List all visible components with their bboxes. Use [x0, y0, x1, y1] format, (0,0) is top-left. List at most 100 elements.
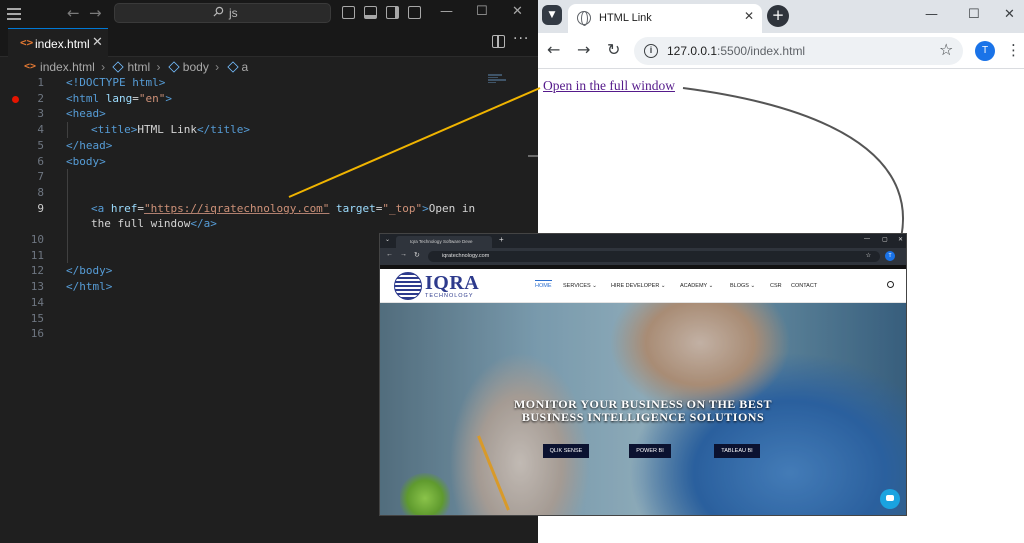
html-file-icon: <> — [20, 36, 34, 49]
tab-label: index.html — [35, 37, 90, 51]
forward-arrow-icon[interactable]: → — [577, 40, 590, 59]
preview-toolbar: ← → ↻ iqratechnology.com ☆ T — [380, 248, 906, 265]
hero-heading-line-2: BUSINESS INTELLIGENCE SOLUTIONS — [521, 410, 765, 424]
line-number: 14 — [30, 295, 44, 309]
logo-text: IQRA — [425, 272, 480, 294]
nav-home: HOME — [535, 280, 552, 289]
element-symbol-icon — [226, 61, 239, 73]
website-preview: ⌄ Iqra Technology Software Deve + — ▢ ✕ … — [380, 234, 906, 515]
url-text: 127.0.0.1:5500/index.html — [667, 44, 806, 58]
split-editor-icon[interactable] — [492, 35, 505, 48]
line-number: 15 — [30, 311, 44, 325]
vscode-titlebar: ← → js — ☐ ✕ — [0, 0, 538, 28]
element-symbol-icon — [168, 61, 180, 73]
line-number: 2 — [37, 91, 44, 105]
nav-academy: ACADEMY ⌄ — [680, 283, 714, 289]
preview-tab-title: Iqra Technology Software Deve — [396, 236, 492, 248]
reload-icon[interactable]: ↻ — [607, 40, 620, 59]
tab-title: HTML Link — [599, 12, 652, 24]
toggle-secondary-sidebar-icon[interactable] — [386, 6, 399, 19]
nav-contact: CONTACT — [791, 283, 818, 289]
minimize-icon[interactable]: — — [925, 7, 938, 22]
maximize-icon: ▢ — [882, 237, 888, 243]
hero-banner: MONITOR YOUR BUSINESS ON THE BEST BUSINE… — [380, 303, 906, 515]
more-icon[interactable]: ··· — [513, 31, 529, 47]
open-full-window-link[interactable]: Open in the full window — [543, 78, 675, 94]
code-line-9-wrap: the full window</a> — [91, 217, 217, 231]
address-bar[interactable]: i 127.0.0.1:5500/index.html ☆ — [634, 37, 963, 65]
close-window-icon[interactable]: ✕ — [512, 4, 523, 19]
new-tab-icon: + — [499, 235, 504, 244]
back-arrow-icon[interactable]: ← — [547, 40, 560, 59]
code-line-13: </html> — [66, 280, 113, 294]
editor-tabbar: <> index.html ✕ ··· — [0, 28, 538, 57]
line-number: 5 — [37, 138, 44, 152]
toggle-panel-icon[interactable] — [364, 6, 377, 19]
nav-hire-developer: HIRE DEVELOPER ⌄ — [611, 283, 666, 289]
minimize-icon[interactable]: — — [440, 4, 453, 19]
line-number: 4 — [37, 123, 44, 137]
logo-subtext: TECHNOLOGY — [425, 293, 474, 299]
element-symbol-icon — [112, 61, 125, 73]
breadcrumb-item-file[interactable]: index.html — [40, 60, 95, 74]
chrome-tabstrip: ▼ HTML Link ✕ + — ☐ ✕ — [538, 0, 1024, 33]
power-bi-button: POWER BI — [629, 444, 671, 458]
tab-index-html[interactable]: <> index.html ✕ — [8, 28, 108, 57]
close-window-icon: ✕ — [898, 237, 904, 243]
toggle-sidebar-icon[interactable] — [342, 6, 355, 19]
chrome-toolbar: ← → ↻ i 127.0.0.1:5500/index.html ☆ T ⋮ — [538, 33, 1024, 69]
line-number: 16 — [30, 327, 44, 341]
line-number: 11 — [30, 248, 44, 262]
new-tab-button[interactable]: + — [767, 5, 789, 27]
nav-services: SERVICES ⌄ — [563, 283, 597, 289]
search-icon — [213, 6, 224, 17]
breadcrumb: <> index.html › html › body › a — [24, 59, 248, 75]
browser-tab[interactable]: HTML Link ✕ — [568, 4, 762, 33]
star-icon[interactable]: ☆ — [939, 40, 953, 59]
line-number: 10 — [30, 233, 44, 246]
chevron-right-icon: › — [101, 59, 106, 74]
chevron-right-icon: › — [215, 59, 220, 74]
code-line-2: <html lang="en"> — [66, 91, 172, 105]
line-number: 8 — [37, 185, 44, 199]
breadcrumb-item-body[interactable]: body — [183, 60, 209, 74]
iqra-logo-mark — [394, 272, 422, 300]
globe-icon — [577, 11, 591, 26]
tableau-bi-button: TABLEAU BI — [714, 444, 760, 458]
nav-blogs: BLOGS ⌄ — [730, 283, 756, 289]
info-icon[interactable]: i — [644, 44, 658, 58]
customize-layout-icon[interactable] — [408, 6, 421, 19]
line-number: 6 — [37, 154, 44, 168]
hamburger-icon[interactable] — [7, 8, 21, 20]
indent-guide — [67, 122, 68, 138]
close-tab-icon[interactable]: ✕ — [744, 9, 754, 23]
breadcrumb-item-a[interactable]: a — [242, 60, 249, 74]
close-window-icon[interactable]: ✕ — [1004, 7, 1015, 22]
avatar[interactable]: T — [975, 41, 995, 61]
forward-arrow-icon[interactable]: → — [89, 4, 102, 22]
line-number-active: 9 — [37, 201, 44, 215]
tab-search-icon: ⌄ — [385, 237, 391, 243]
command-search-input[interactable]: js — [114, 3, 331, 23]
screenshot-root: ← → js — ☐ ✕ <> index.html ✕ ··· <> inde… — [0, 0, 1024, 543]
back-arrow-icon: ← — [386, 251, 393, 258]
code-line-9: <a href="https://iqratechnology.com" tar… — [91, 201, 476, 215]
kebab-menu-icon[interactable]: ⋮ — [1006, 41, 1021, 59]
code-line-5: </head> — [66, 138, 113, 152]
indent-guide — [67, 169, 68, 263]
maximize-icon[interactable]: ☐ — [968, 7, 980, 22]
star-icon: ☆ — [865, 253, 871, 259]
line-number: 13 — [30, 280, 44, 294]
search-text: js — [229, 6, 238, 20]
line-number: 12 — [30, 264, 44, 278]
maximize-icon[interactable]: ☐ — [476, 4, 488, 19]
site-navbar: IQRA TECHNOLOGY HOME SERVICES ⌄ HIRE DEV… — [380, 269, 906, 303]
tab-search-icon[interactable]: ▼ — [542, 5, 562, 25]
code-line-12: </body> — [66, 264, 113, 278]
back-arrow-icon[interactable]: ← — [67, 4, 80, 22]
breadcrumb-item-html[interactable]: html — [127, 60, 150, 74]
html-file-icon: <> — [24, 61, 37, 73]
line-number: 1 — [37, 76, 44, 89]
close-tab-icon[interactable]: ✕ — [92, 35, 103, 50]
preview-tabstrip: ⌄ Iqra Technology Software Deve + — ▢ ✕ — [380, 234, 906, 248]
